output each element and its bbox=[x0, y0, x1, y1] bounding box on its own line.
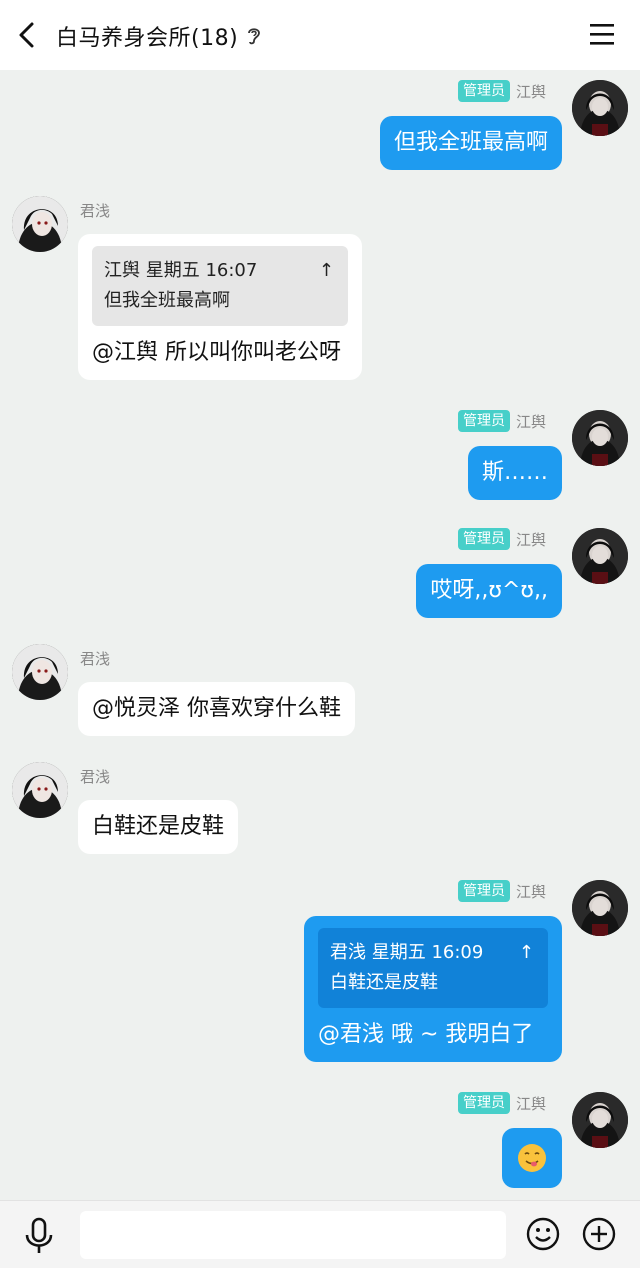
sender-row: 管理员 江舆 bbox=[458, 880, 546, 902]
sender-row: 管理员 江舆 bbox=[458, 528, 546, 550]
sender-name: 君浅 bbox=[80, 202, 111, 220]
message-text: 但我全班最高啊 bbox=[393, 130, 548, 155]
input-bar bbox=[0, 1200, 640, 1268]
avatar[interactable] bbox=[572, 880, 628, 936]
title-wrap: 白马养身会所(18) bbox=[56, 20, 262, 52]
avatar[interactable] bbox=[12, 196, 68, 252]
quoted-message[interactable]: 君浅 星期五 16:09 白鞋还是皮鞋 ↑ bbox=[318, 928, 548, 1008]
plus-icon[interactable] bbox=[582, 1217, 616, 1251]
message-input[interactable] bbox=[80, 1211, 506, 1259]
avatar[interactable] bbox=[572, 410, 628, 466]
admin-badge: 管理员 bbox=[458, 528, 510, 550]
sender-name: 江舆 bbox=[516, 82, 547, 101]
sender-row: 君浅 bbox=[80, 200, 110, 221]
avatar[interactable] bbox=[12, 762, 68, 818]
emoji-icon[interactable] bbox=[526, 1217, 560, 1251]
sender-row: 管理员 江舆 bbox=[458, 1092, 546, 1114]
message-text: 白鞋还是皮鞋 bbox=[92, 814, 225, 839]
sender-name: 江舆 bbox=[516, 412, 547, 431]
back-arrow-icon[interactable] bbox=[14, 20, 42, 50]
avatar[interactable] bbox=[572, 1092, 628, 1148]
message-text: 斯…… bbox=[481, 460, 548, 485]
message-text: 哎呀,,ʊ^ʊ,, bbox=[430, 578, 548, 603]
message-bubble[interactable]: 哎呀,,ʊ^ʊ,, bbox=[416, 564, 562, 618]
sender-row: 君浅 bbox=[80, 766, 110, 787]
smile-tongue-emoji-icon bbox=[518, 1144, 546, 1172]
sender-row: 管理员 江舆 bbox=[458, 80, 546, 102]
message-bubble[interactable]: 白鞋还是皮鞋 bbox=[78, 800, 239, 854]
message-text: @江舆 所以叫你叫老公呀 bbox=[92, 340, 341, 365]
jump-to-quote-icon[interactable]: ↑ bbox=[319, 256, 334, 286]
sender-name: 君浅 bbox=[80, 650, 111, 668]
admin-badge: 管理员 bbox=[458, 410, 510, 432]
menu-icon[interactable] bbox=[590, 22, 614, 46]
message-bubble[interactable]: @悦灵泽 你喜欢穿什么鞋 bbox=[78, 682, 355, 736]
quote-header: 江舆 星期五 16:07 bbox=[104, 260, 258, 281]
sender-name: 江舆 bbox=[516, 530, 547, 549]
chat-area[interactable]: 管理员 江舆 但我全班最高啊 君浅 江舆 星期五 16:07 但我全班最高啊 ↑… bbox=[0, 70, 640, 1200]
quote-body: 但我全班最高啊 bbox=[104, 290, 230, 311]
chat-header: 白马养身会所(18) bbox=[0, 0, 640, 70]
sender-name: 江舆 bbox=[516, 1094, 547, 1113]
admin-badge: 管理员 bbox=[458, 80, 510, 102]
sender-name: 君浅 bbox=[80, 768, 111, 786]
microphone-icon[interactable] bbox=[22, 1217, 56, 1255]
group-title[interactable]: 白马养身会所(18) bbox=[56, 20, 238, 52]
ear-icon bbox=[248, 28, 261, 45]
message-text: @君浅 哦 ~ 我明白了 bbox=[318, 1022, 534, 1047]
sender-name: 江舆 bbox=[516, 882, 547, 901]
quoted-message[interactable]: 江舆 星期五 16:07 但我全班最高啊 ↑ bbox=[92, 246, 348, 326]
jump-to-quote-icon[interactable]: ↑ bbox=[519, 938, 534, 968]
message-bubble[interactable] bbox=[502, 1128, 562, 1188]
admin-badge: 管理员 bbox=[458, 1092, 510, 1114]
message-bubble[interactable]: 但我全班最高啊 bbox=[379, 116, 562, 170]
avatar[interactable] bbox=[572, 80, 628, 136]
sender-row: 君浅 bbox=[80, 648, 110, 669]
message-bubble[interactable]: 君浅 星期五 16:09 白鞋还是皮鞋 ↑ @君浅 哦 ~ 我明白了 bbox=[304, 916, 562, 1062]
sender-row: 管理员 江舆 bbox=[458, 410, 546, 432]
quote-header: 君浅 星期五 16:09 bbox=[330, 942, 484, 963]
message-bubble[interactable]: 斯…… bbox=[467, 446, 562, 500]
message-bubble[interactable]: 江舆 星期五 16:07 但我全班最高啊 ↑ @江舆 所以叫你叫老公呀 bbox=[78, 234, 362, 380]
admin-badge: 管理员 bbox=[458, 880, 510, 902]
avatar[interactable] bbox=[572, 528, 628, 584]
quote-body: 白鞋还是皮鞋 bbox=[330, 972, 438, 993]
message-text: @悦灵泽 你喜欢穿什么鞋 bbox=[92, 696, 341, 721]
avatar[interactable] bbox=[12, 644, 68, 700]
